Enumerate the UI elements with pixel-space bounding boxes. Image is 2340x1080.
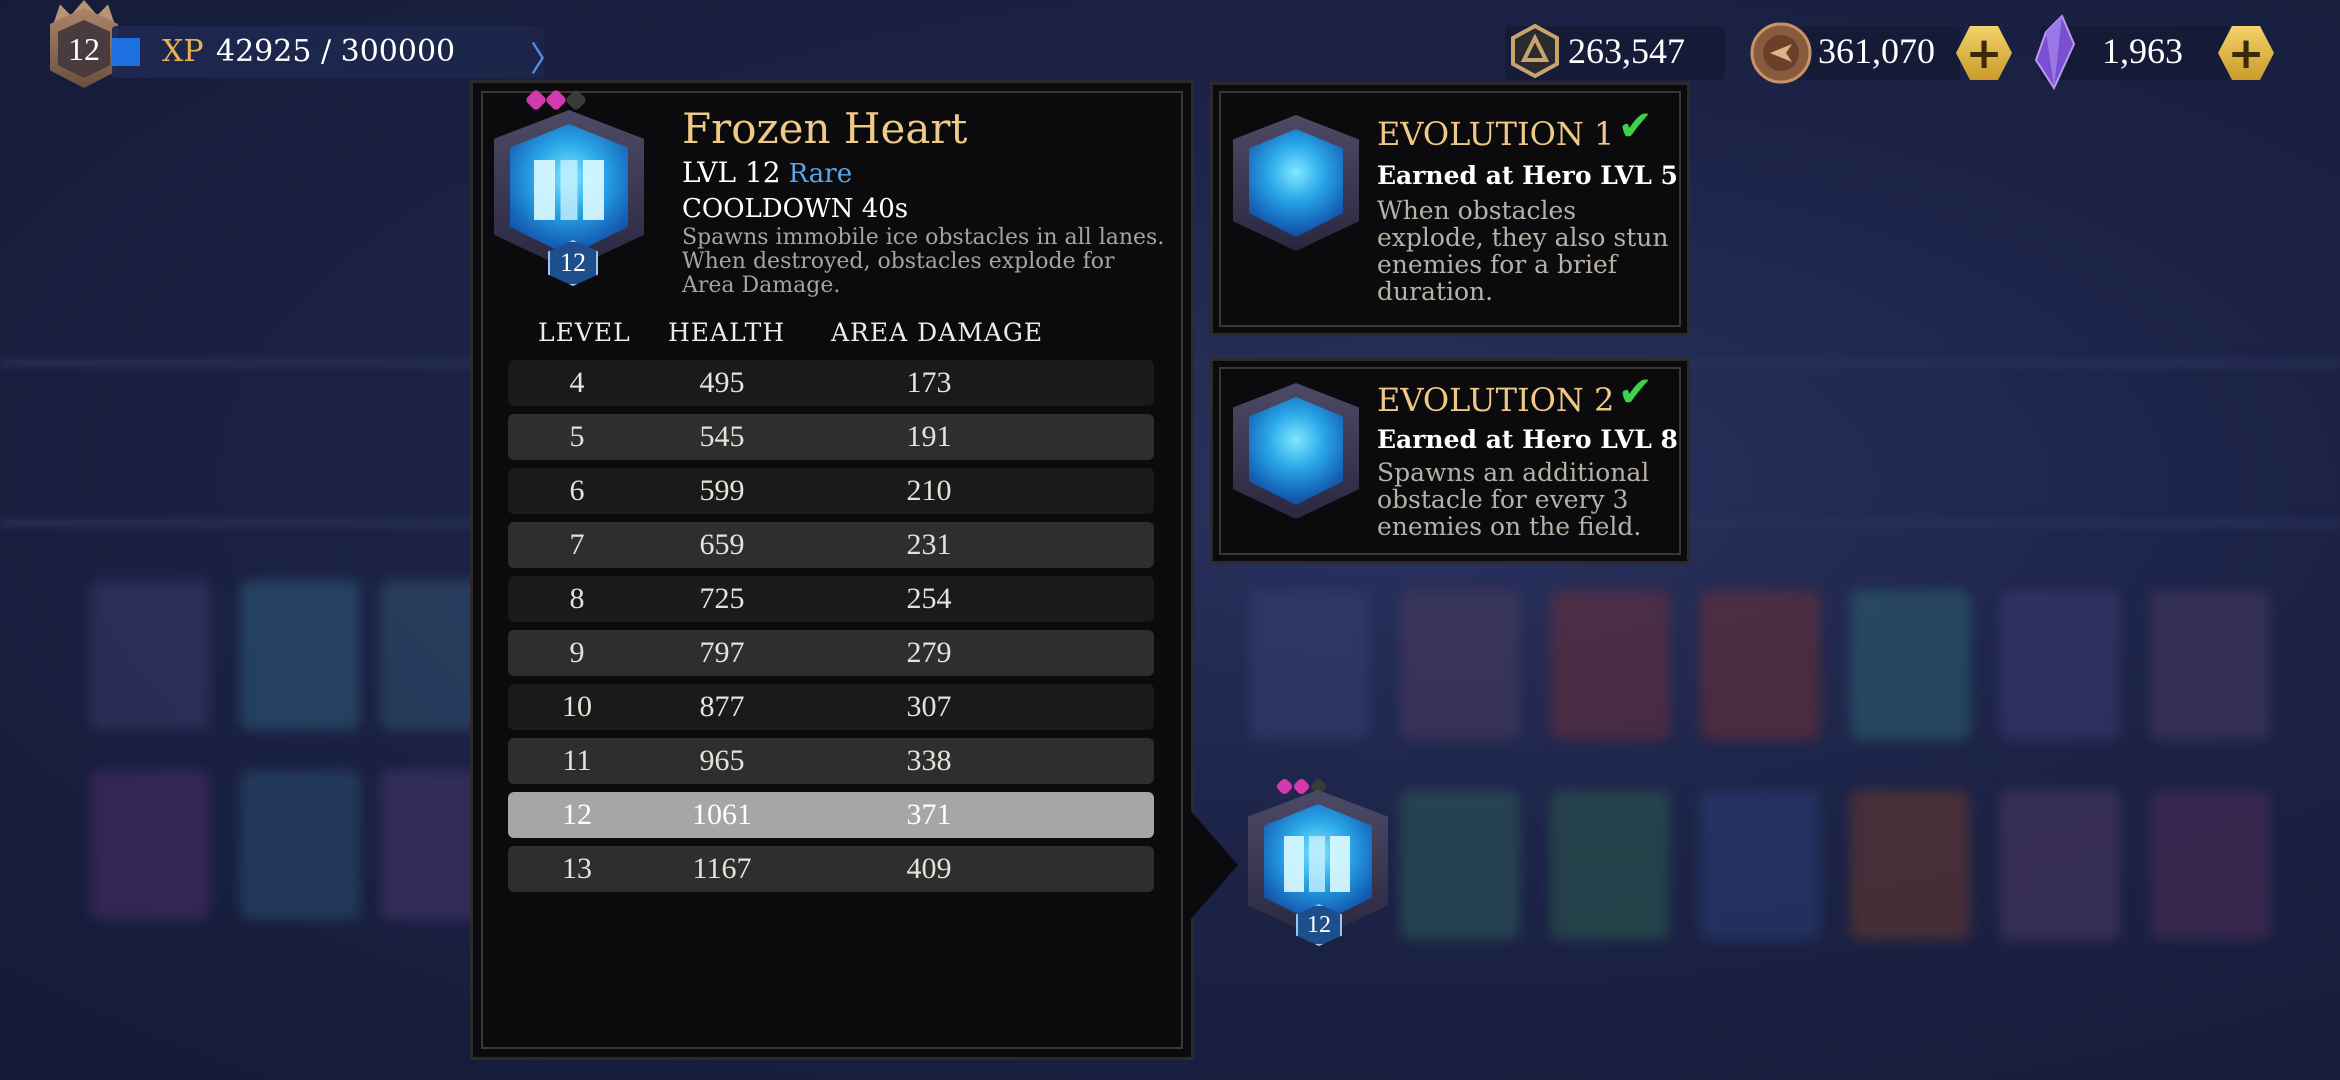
- socket-gem-icon: [544, 88, 568, 112]
- background-card: [2000, 790, 2120, 940]
- background-card: [2150, 790, 2270, 940]
- background-card: [1550, 790, 1670, 940]
- gem-count: 1,963: [2102, 31, 2183, 71]
- card-description: Spawns immobile ice obstacles in all lan…: [682, 225, 1165, 298]
- row-level: 8: [569, 582, 585, 615]
- row-level: 7: [569, 528, 585, 561]
- evolution-2-panel: EVOLUTION 2 ✔ Earned at Hero LVL 8 Spawn…: [1210, 358, 1690, 564]
- row-area-damage: 338: [906, 744, 952, 777]
- row-area-damage: 371: [906, 798, 952, 831]
- column-header-health: HEALTH: [668, 318, 786, 347]
- row-area-damage: 279: [906, 636, 952, 669]
- evolution-1-panel: EVOLUTION 1 ✔ Earned at Hero LVL 5 When …: [1210, 82, 1690, 336]
- xp-label: XP: [162, 34, 204, 69]
- table-row[interactable]: 4 495 173: [508, 360, 1154, 406]
- row-area-damage: 409: [906, 852, 952, 885]
- table-row[interactable]: 8 725 254: [508, 576, 1154, 622]
- crystal-icon: [2034, 14, 2076, 90]
- xp-bar[interactable]: XP 42925 / 300000 〉: [112, 26, 564, 80]
- background-card: [240, 770, 360, 920]
- player-level: 12: [58, 20, 110, 78]
- xp-value: 42925 / 300000: [216, 34, 456, 69]
- card-cooldown: COOLDOWN 40s: [682, 194, 909, 224]
- table-row[interactable]: 11 965 338: [508, 738, 1154, 784]
- evolution-2-requirement: Earned at Hero LVL 8: [1377, 425, 1678, 454]
- ice-shards-icon: [1284, 836, 1350, 892]
- coin-icon: [1750, 22, 1812, 84]
- table-row[interactable]: 5 545 191: [508, 414, 1154, 460]
- coin-count: 361,070: [1818, 31, 1935, 71]
- background-card: [1400, 590, 1520, 740]
- table-row[interactable]: 6 599 210: [508, 468, 1154, 514]
- row-area-damage: 210: [906, 474, 952, 507]
- card-level-line: LVL 12 Rare: [682, 156, 852, 189]
- hex-token-icon: [1511, 24, 1559, 78]
- background-card: [240, 580, 360, 730]
- row-level: 13: [562, 852, 592, 885]
- background-card: [90, 770, 210, 920]
- row-area-damage: 173: [906, 366, 952, 399]
- table-row[interactable]: 12 1061 371: [508, 792, 1154, 838]
- row-level: 5: [569, 420, 585, 453]
- socket-empty-icon: [564, 88, 588, 112]
- row-health: 495: [699, 366, 745, 399]
- background-card: [1700, 790, 1820, 940]
- background-card: [2150, 590, 2270, 740]
- background-card: [1850, 790, 1970, 940]
- ice-shards-icon: [534, 160, 604, 220]
- row-health: 545: [699, 420, 745, 453]
- check-icon: ✔: [1617, 101, 1653, 150]
- ice-crystal-icon: [1249, 129, 1343, 237]
- background-card: [90, 580, 210, 730]
- row-area-damage: 307: [906, 690, 952, 723]
- socket-gem-icon: [524, 88, 548, 112]
- row-level: 12: [562, 798, 592, 831]
- chevron-right-icon: 〉: [530, 40, 564, 80]
- row-health: 877: [699, 690, 745, 723]
- socket-gem-icon: [1275, 777, 1294, 796]
- row-area-damage: 231: [906, 528, 952, 561]
- panel-pointer-arrow: [1190, 810, 1238, 920]
- row-level: 6: [569, 474, 585, 507]
- row-health: 1167: [692, 852, 752, 885]
- table-row[interactable]: 9 797 279: [508, 630, 1154, 676]
- background-card: [1700, 590, 1820, 740]
- card-rarity: Rare: [788, 159, 853, 189]
- row-area-damage: 191: [906, 420, 952, 453]
- evolution-1-requirement: Earned at Hero LVL 5: [1377, 161, 1678, 190]
- row-level: 10: [562, 690, 592, 723]
- column-header-area-damage: AREA DAMAGE: [831, 318, 1044, 347]
- card-level: LVL 12: [682, 156, 781, 189]
- evolution-1-description: When obstacles explode, they also stun e…: [1377, 196, 1669, 306]
- row-health: 725: [699, 582, 745, 615]
- check-icon: ✔: [1617, 367, 1653, 416]
- row-level: 11: [562, 744, 592, 777]
- background-card: [1400, 790, 1520, 940]
- column-header-level: LEVEL: [538, 318, 631, 347]
- row-area-damage: 254: [906, 582, 952, 615]
- background-card: [1250, 590, 1370, 740]
- evolution-1-title: EVOLUTION 1: [1377, 115, 1615, 153]
- row-health: 797: [699, 636, 745, 669]
- evolution-2-title: EVOLUTION 2: [1377, 381, 1615, 419]
- table-row[interactable]: 13 1167 409: [508, 846, 1154, 892]
- background-card: [1550, 590, 1670, 740]
- row-level: 9: [569, 636, 585, 669]
- emblem-count: 263,547: [1568, 31, 1685, 71]
- row-level: 4: [569, 366, 585, 399]
- table-row[interactable]: 10 877 307: [508, 684, 1154, 730]
- ice-crystal-icon: [1249, 397, 1343, 505]
- row-health: 599: [699, 474, 745, 507]
- card-gem-sockets: [524, 88, 588, 112]
- evolution-2-description: Spawns an additional obstacle for every …: [1377, 458, 1650, 541]
- background-card: [1850, 590, 1970, 740]
- row-health: 1061: [692, 798, 752, 831]
- xp-progress-fill: [112, 38, 140, 66]
- background-card: [2000, 590, 2120, 740]
- row-health: 659: [699, 528, 745, 561]
- socket-gem-icon: [1292, 777, 1311, 796]
- table-row[interactable]: 7 659 231: [508, 522, 1154, 568]
- row-health: 965: [699, 744, 745, 777]
- card-title: Frozen Heart: [682, 104, 968, 153]
